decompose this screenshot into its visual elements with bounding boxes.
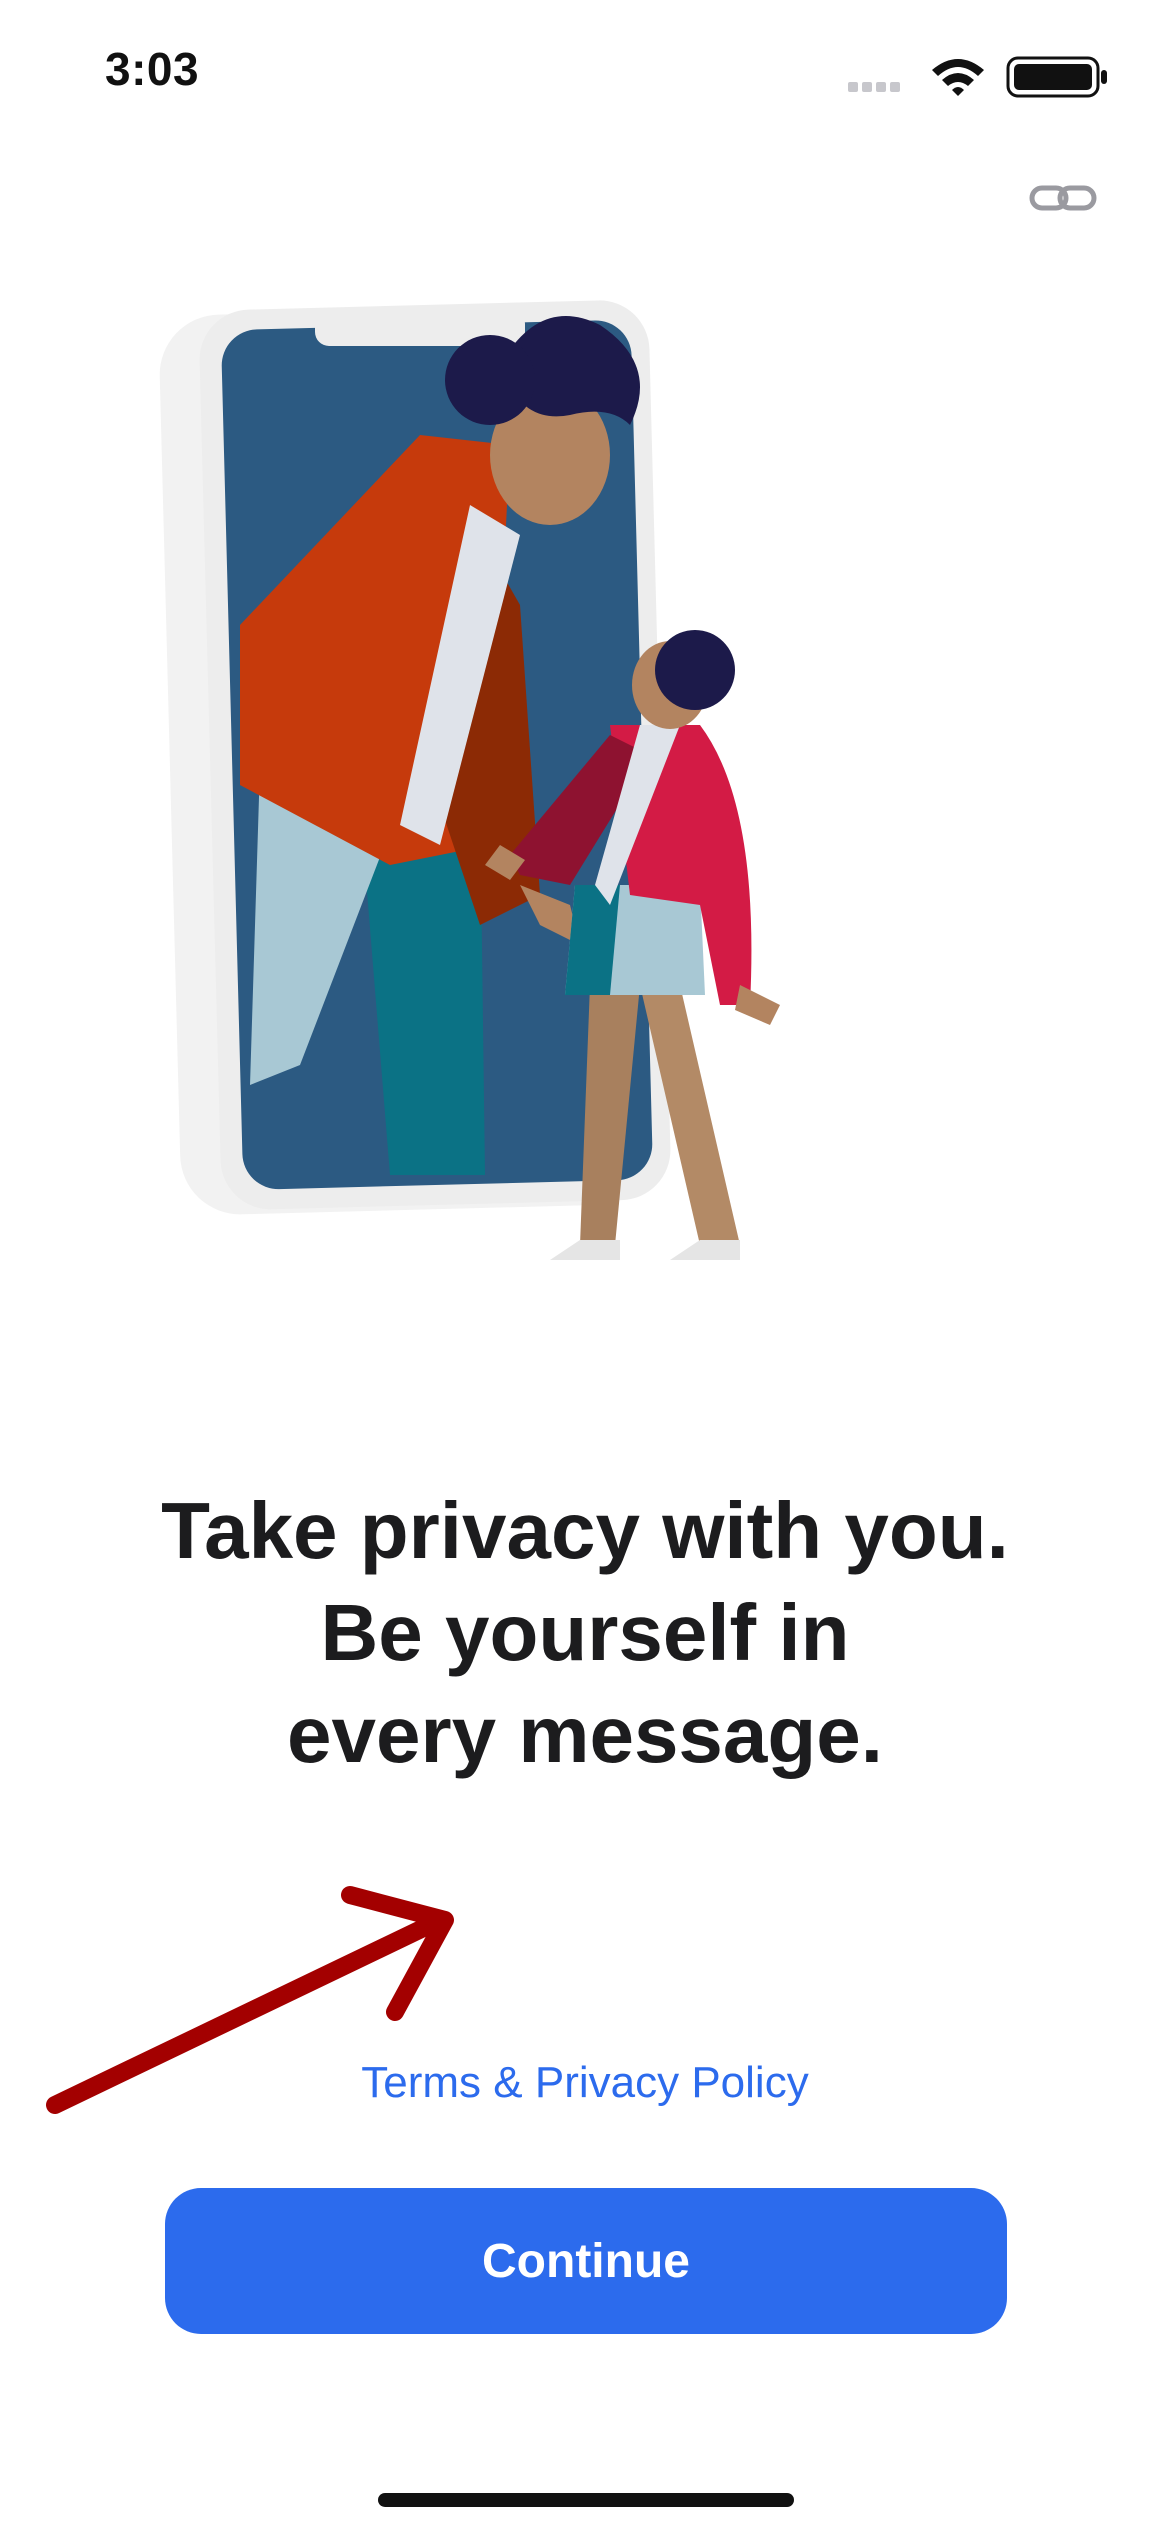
person-leaning-out-of-phone-illustration	[159, 300, 780, 1260]
status-bar: 3:03	[0, 0, 1170, 150]
cellular-signal-icon	[848, 82, 900, 92]
status-icons	[848, 56, 1107, 98]
headline: Take privacy with you. Be yourself in ev…	[85, 1480, 1085, 1786]
battery-icon	[1006, 56, 1107, 98]
wifi-icon	[932, 59, 984, 96]
headline-line-3: every message.	[286, 1690, 883, 1779]
home-indicator	[378, 2493, 794, 2507]
status-time: 3:03	[105, 43, 200, 95]
headline-line-1: Take privacy with you.	[161, 1486, 1009, 1575]
link-icon[interactable]	[1028, 176, 1098, 220]
headline-line-2: Be yourself in	[320, 1588, 850, 1677]
terms-privacy-link[interactable]: Terms & Privacy Policy	[0, 2058, 1170, 2108]
continue-button[interactable]: Continue	[165, 2188, 1007, 2334]
